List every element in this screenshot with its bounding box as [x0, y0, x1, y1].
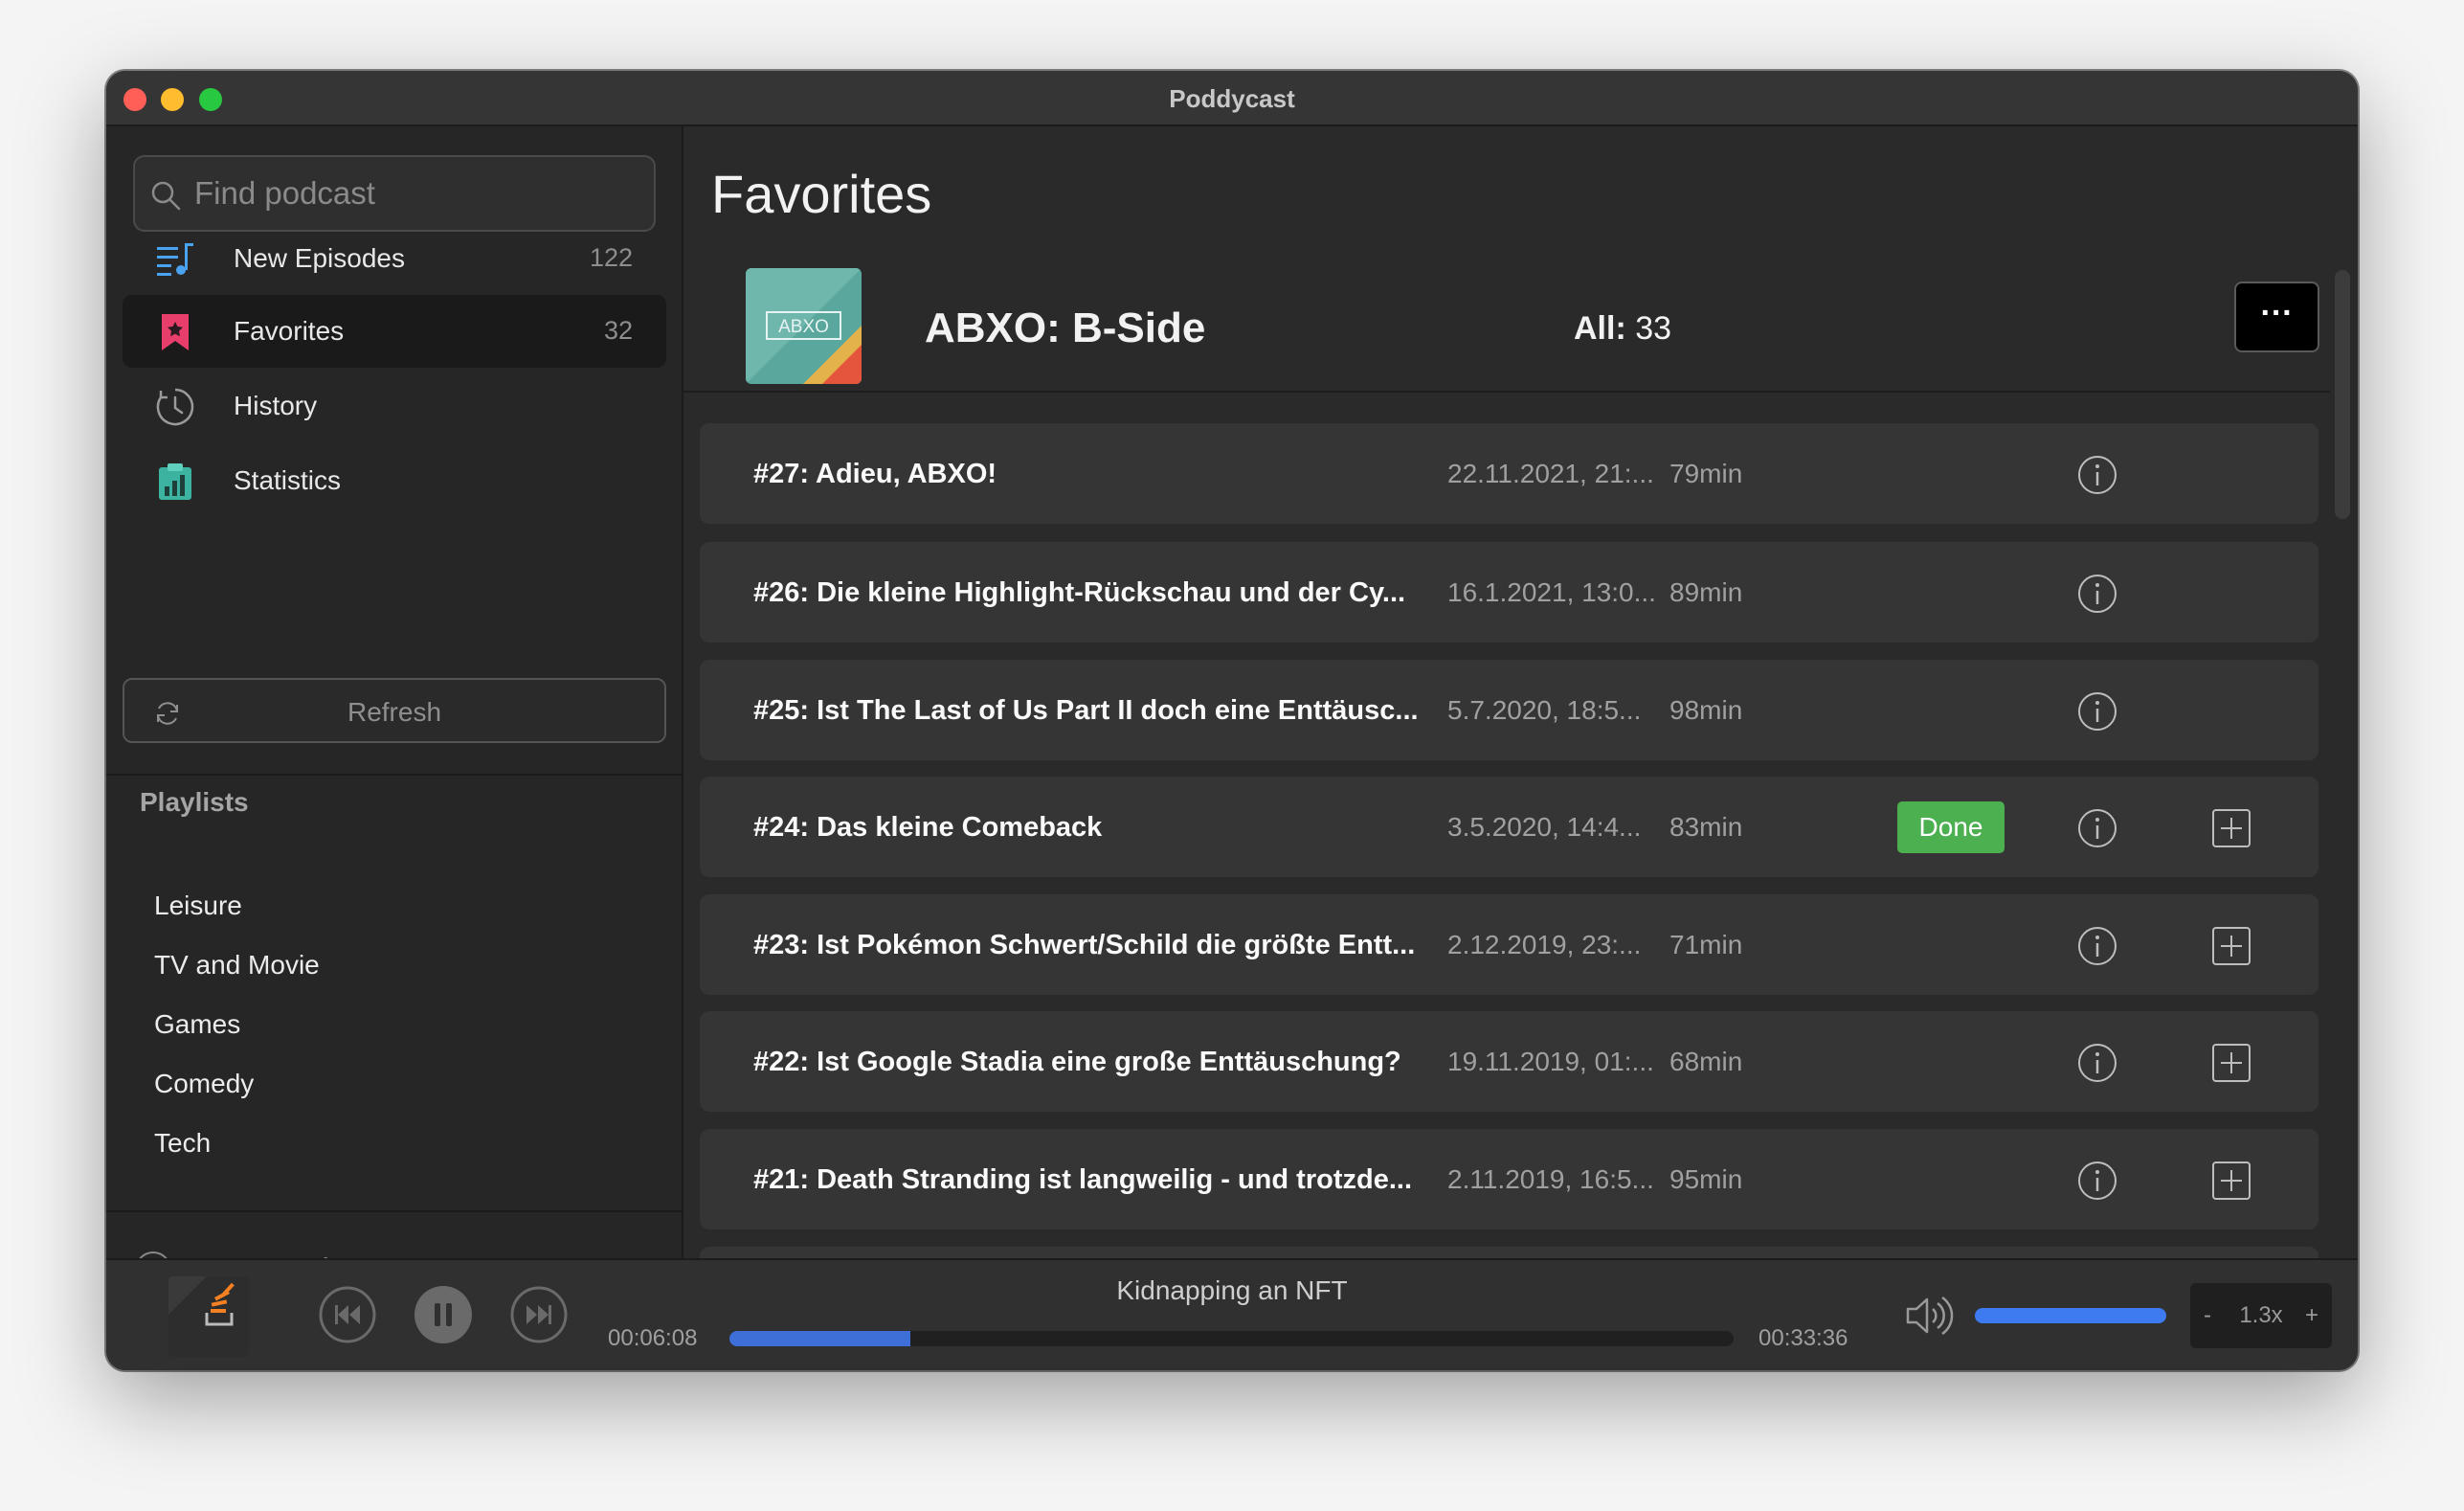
- player-bar: Kidnapping an NFT 00:06:08 00:33:36 - 1.…: [106, 1258, 2358, 1370]
- add-to-playlist-icon[interactable]: [2210, 1160, 2252, 1202]
- episode-date: 2.11.2019, 16:5...: [1447, 1164, 1654, 1194]
- add-to-playlist-icon[interactable]: [2210, 807, 2252, 849]
- podcast-header: ABXO ABXO: B-Side All: 33 ···: [683, 268, 2330, 393]
- sidebar-item-history[interactable]: History: [123, 370, 666, 442]
- sidebar-divider: [106, 1210, 683, 1212]
- info-icon[interactable]: [2076, 1160, 2118, 1202]
- episode-title: #23: Ist Pokémon Schwert/Schild die größ…: [753, 930, 1416, 960]
- playback-speed-control: - 1.3x +: [2190, 1283, 2332, 1348]
- volume-fill: [1975, 1308, 2166, 1323]
- info-icon[interactable]: [2076, 573, 2118, 615]
- sidebar-item-count: 122: [589, 243, 633, 272]
- add-to-playlist-icon[interactable]: [2210, 1042, 2252, 1084]
- episode-date: 16.1.2021, 13:0...: [1447, 577, 1656, 607]
- playlist-item-games[interactable]: Games: [154, 1009, 240, 1040]
- sidebar: New Episodes 122 Favorites 32 History: [106, 126, 683, 1288]
- search-input[interactable]: [194, 157, 644, 230]
- artwork-text: ABXO: [778, 317, 829, 337]
- info-icon[interactable]: [2076, 925, 2118, 967]
- total-time: 00:33:36: [1758, 1325, 1848, 1351]
- clock-history-icon: [156, 388, 194, 426]
- episode-row[interactable]: #24: Das kleine Comeback 3.5.2020, 14:4.…: [700, 777, 2318, 877]
- done-badge[interactable]: Done: [1897, 801, 2005, 853]
- episode-duration: 83min: [1669, 812, 1743, 842]
- elapsed-time: 00:06:08: [608, 1325, 698, 1351]
- episode-row[interactable]: #21: Death Stranding ist langweilig - un…: [700, 1129, 2318, 1229]
- playlist-item-tv-and-movie[interactable]: TV and Movie: [154, 950, 320, 981]
- playback-progress-fill: [729, 1331, 910, 1346]
- info-icon[interactable]: [2076, 1042, 2118, 1084]
- episode-duration: 71min: [1669, 930, 1743, 959]
- sidebar-item-label: History: [234, 391, 318, 420]
- episode-row[interactable]: #22: Ist Google Stadia eine große Enttäu…: [700, 1011, 2318, 1112]
- window-title: Poddycast: [1169, 84, 1295, 113]
- episode-count-label: All:: [1574, 310, 1626, 347]
- episode-title: #24: Das kleine Comeback: [753, 812, 1103, 843]
- playlist-item-comedy[interactable]: Comedy: [154, 1069, 254, 1099]
- episode-title: #26: Die kleine Highlight-Rückschau und …: [753, 577, 1406, 608]
- scrollbar[interactable]: [2335, 270, 2350, 519]
- episode-duration: 98min: [1669, 695, 1743, 725]
- episode-count: All: 33: [1574, 310, 1671, 348]
- podcast-artwork-image: ABXO: [746, 268, 862, 384]
- episode-duration: 89min: [1669, 577, 1743, 607]
- info-icon[interactable]: [2076, 690, 2118, 733]
- episode-row[interactable]: #27: Adieu, ABXO! 22.11.2021, 21:... 79m…: [700, 423, 2318, 524]
- sidebar-divider: [106, 774, 683, 776]
- now-playing-title: Kidnapping an NFT: [1116, 1275, 1348, 1305]
- episode-duration: 68min: [1669, 1047, 1743, 1076]
- title-bar: Poddycast: [106, 71, 2358, 126]
- app-window: Poddycast New Episodes 122: [106, 71, 2358, 1370]
- sidebar-item-label: Favorites: [234, 316, 345, 346]
- info-icon[interactable]: [2076, 807, 2118, 849]
- episode-title: #25: Ist The Last of Us Part II doch ein…: [753, 695, 1419, 726]
- playback-progress-slider[interactable]: [729, 1331, 1734, 1346]
- speed-increase-button[interactable]: +: [2305, 1302, 2318, 1329]
- episode-date: 19.11.2019, 01:...: [1447, 1047, 1654, 1076]
- playlist-music-icon: [157, 243, 193, 276]
- volume-slider[interactable]: [1975, 1308, 2166, 1323]
- refresh-label: Refresh: [347, 697, 442, 727]
- episode-row[interactable]: #23: Ist Pokémon Schwert/Schild die größ…: [700, 894, 2318, 995]
- volume-icon[interactable]: [1904, 1295, 1954, 1337]
- episode-date: 5.7.2020, 18:5...: [1447, 695, 1642, 725]
- sidebar-item-count: 32: [603, 316, 633, 345]
- playlist-item-leisure[interactable]: Leisure: [154, 891, 242, 921]
- search-icon: [151, 181, 181, 211]
- search-box[interactable]: [133, 155, 656, 232]
- episode-row-partial[interactable]: [700, 1247, 2318, 1258]
- episode-row[interactable]: #26: Die kleine Highlight-Rückschau und …: [700, 542, 2318, 643]
- podcast-name: ABXO: B-Side: [925, 304, 1206, 351]
- episode-date: 3.5.2020, 14:4...: [1447, 812, 1642, 842]
- playlist-item-tech[interactable]: Tech: [154, 1128, 211, 1159]
- podcast-artwork[interactable]: ABXO: [746, 268, 862, 384]
- main-content: Favorites ABXO ABXO: B-Side All: 33 ···: [683, 126, 2358, 1258]
- sidebar-item-statistics[interactable]: Statistics: [123, 444, 666, 517]
- sidebar-item-new-episodes[interactable]: New Episodes 122: [123, 222, 666, 295]
- page-title: Favorites: [711, 164, 932, 224]
- episode-title: #22: Ist Google Stadia eine große Enttäu…: [753, 1047, 1401, 1077]
- sidebar-item-label: New Episodes: [234, 243, 405, 273]
- episode-title: #21: Death Stranding ist langweilig - un…: [753, 1164, 1412, 1195]
- episode-row[interactable]: #25: Ist The Last of Us Part II doch ein…: [700, 660, 2318, 760]
- episode-duration: 95min: [1669, 1164, 1743, 1194]
- more-options-button[interactable]: ···: [2234, 282, 2319, 352]
- bookmark-icon: [162, 314, 189, 350]
- sidebar-item-label: Statistics: [234, 465, 342, 495]
- info-icon[interactable]: [2076, 454, 2118, 496]
- episode-date: 22.11.2021, 21:...: [1447, 459, 1654, 488]
- refresh-button[interactable]: Refresh: [123, 678, 666, 743]
- playlists-heading: Playlists: [140, 787, 249, 817]
- episode-date: 2.12.2019, 23:...: [1447, 930, 1642, 959]
- add-to-playlist-icon[interactable]: [2210, 925, 2252, 967]
- statistics-clipboard-icon: [159, 463, 191, 500]
- episode-duration: 79min: [1669, 459, 1743, 488]
- sidebar-item-favorites[interactable]: Favorites 32: [123, 295, 666, 368]
- episode-title: #27: Adieu, ABXO!: [753, 459, 997, 489]
- episode-count-value: 33: [1635, 310, 1672, 347]
